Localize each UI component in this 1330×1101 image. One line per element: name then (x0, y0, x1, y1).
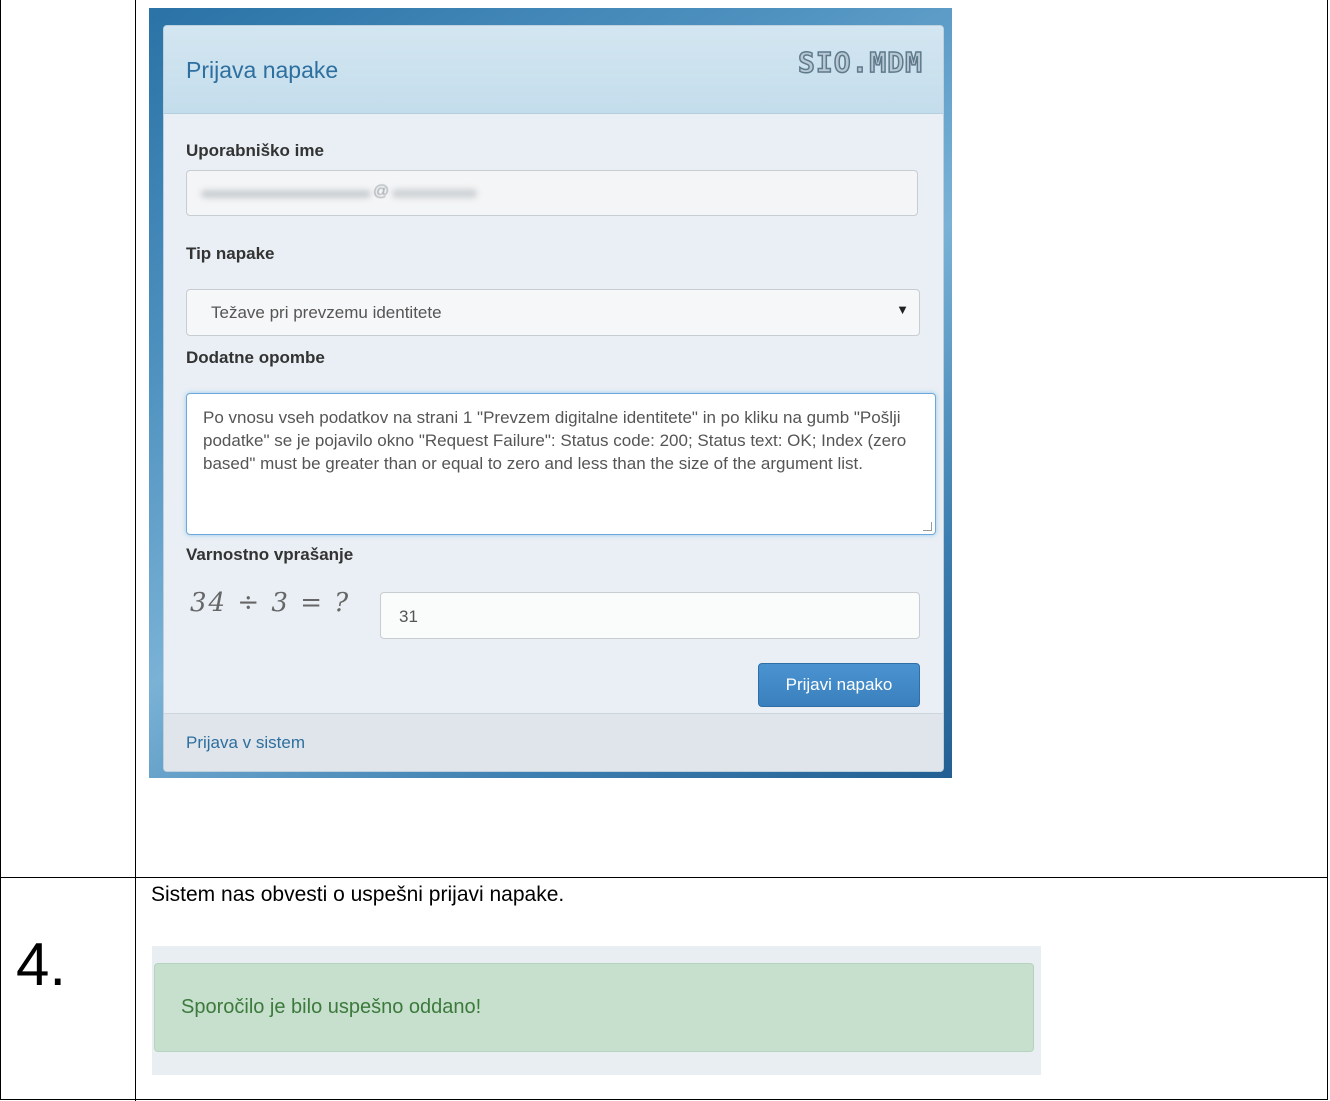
notes-textarea[interactable]: Po vnosu vseh podatkov na strani 1 "Prev… (186, 393, 936, 535)
success-alert: Sporočilo je bilo uspešno oddano! (154, 963, 1034, 1052)
username-field[interactable]: @ (186, 170, 918, 216)
redacted-domain-part (392, 189, 477, 198)
error-type-label: Tip napake (186, 244, 275, 263)
panel-footer: Prijava v sistem (164, 713, 943, 771)
success-message: Sporočilo je bilo uspešno oddano! (181, 996, 482, 1018)
username-label: Uporabniško ime (186, 141, 324, 160)
dropdown-caret-icon: ▼ (896, 302, 909, 317)
panel-header: Prijava napake SIO.MDM (164, 26, 943, 114)
report-panel: Prijava napake SIO.MDM Uporabniško ime @… (163, 25, 944, 772)
table-row-divider (0, 877, 1328, 878)
login-link[interactable]: Prijava v sistem (186, 733, 305, 753)
error-type-select[interactable]: Težave pri prevzemu identitete ▼ (186, 289, 920, 336)
table-column-divider (135, 0, 136, 1101)
step-description: Sistem nas obvesti o uspešni prijavi nap… (151, 883, 565, 906)
notes-text: Po vnosu vseh podatkov na strani 1 "Prev… (203, 408, 907, 473)
captcha-answer-value: 31 (399, 607, 418, 626)
step-number: 4. (16, 931, 67, 998)
notes-label: Dodatne opombe (186, 348, 325, 367)
error-type-value: Težave pri prevzemu identitete (211, 303, 442, 322)
sio-mdm-logo: SIO.MDM (797, 45, 923, 80)
success-screenshot: Sporočilo je bilo uspešno oddano! (152, 946, 1041, 1075)
username-at-sign: @ (373, 183, 390, 200)
security-question-label: Varnostno vprašanje (186, 545, 354, 564)
submit-report-button[interactable]: Prijavi napako (758, 663, 920, 707)
page-title: Prijava napake (186, 57, 339, 83)
captcha-answer-field[interactable]: 31 (380, 592, 920, 639)
captcha-image: 34 ÷ 3 = ? (190, 588, 351, 618)
resize-handle-icon[interactable] (923, 522, 932, 531)
redacted-username-part (201, 190, 371, 198)
form-screenshot: Prijava napake SIO.MDM Uporabniško ime @… (149, 8, 952, 778)
